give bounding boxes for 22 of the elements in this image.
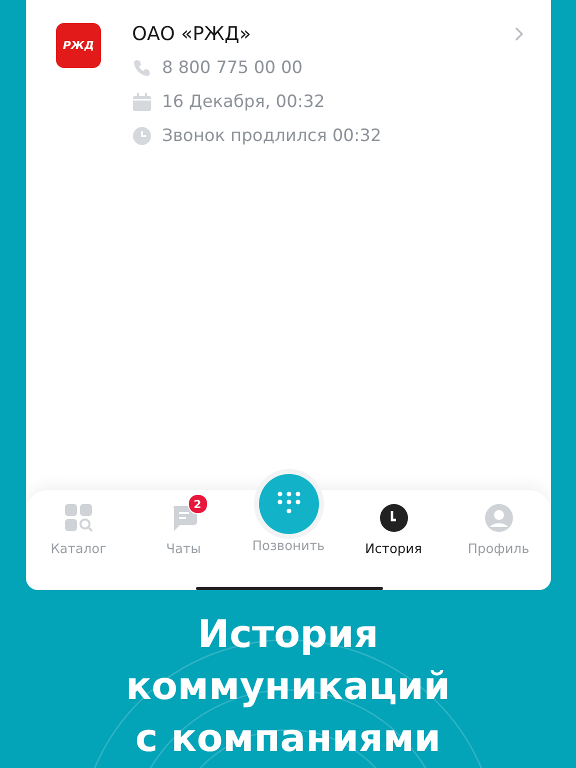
- profile-icon: [484, 504, 512, 532]
- company-name: ОАО «РЖД»: [132, 23, 251, 45]
- call-detail: 16 Декабря, 00:32: [162, 92, 325, 112]
- company-logo: РЖД: [56, 23, 101, 68]
- caption-line: История: [196, 611, 380, 658]
- chevron-right-icon[interactable]: [515, 27, 523, 41]
- call-detail: Звонок продлился 00:32: [162, 126, 382, 146]
- grid-search-icon: [64, 504, 92, 532]
- tab[interactable]: Позвонить: [236, 474, 341, 590]
- calendar-icon: [132, 92, 152, 112]
- clock-icon: [380, 504, 408, 532]
- tab[interactable]: 2 Чаты: [131, 490, 236, 590]
- dial-button[interactable]: [258, 474, 318, 534]
- clock-icon: [132, 126, 152, 146]
- tab[interactable]: Каталог: [26, 490, 131, 590]
- caption-line: коммуникаций: [124, 663, 452, 710]
- caption-line: с компаниями: [134, 715, 442, 762]
- tab[interactable]: Профиль: [446, 490, 551, 590]
- unread-badge: 2: [188, 494, 208, 514]
- phone-icon: [132, 58, 152, 78]
- call-detail: 8 800 775 00 00: [162, 58, 303, 78]
- tab[interactable]: История: [341, 490, 446, 590]
